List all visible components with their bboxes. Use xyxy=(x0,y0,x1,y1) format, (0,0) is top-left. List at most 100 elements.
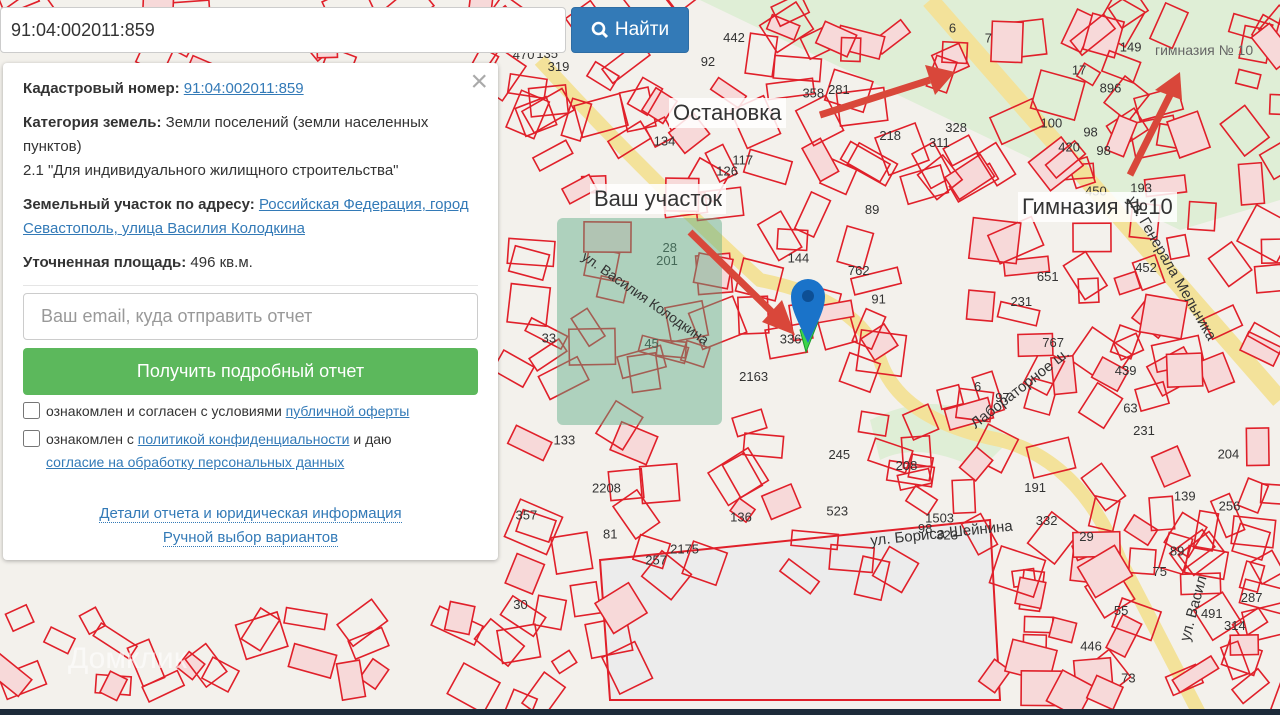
parcel-number: 287 xyxy=(1241,590,1263,605)
parcel[interactable] xyxy=(1047,616,1078,644)
offer-checkbox[interactable] xyxy=(23,402,40,419)
parcel[interactable] xyxy=(990,20,1025,64)
parcel[interactable] xyxy=(1192,509,1220,552)
parcel[interactable] xyxy=(287,642,338,680)
parcel-number: 281 xyxy=(828,82,850,97)
parcel[interactable] xyxy=(347,626,390,661)
parcel[interactable] xyxy=(531,139,574,173)
parcel[interactable] xyxy=(1269,681,1280,709)
parcel[interactable] xyxy=(550,649,578,675)
parcel[interactable] xyxy=(1259,482,1280,507)
category-row: Категория земель: Земли поселений (земли… xyxy=(23,111,478,183)
area-label: Уточненная площадь: xyxy=(23,254,187,271)
parcel[interactable] xyxy=(336,598,389,648)
parcel[interactable] xyxy=(744,32,779,78)
parcel[interactable] xyxy=(504,552,546,596)
parcel[interactable] xyxy=(1077,277,1100,304)
parcel-number: 2175 xyxy=(670,542,699,557)
parcel[interactable] xyxy=(4,603,35,633)
parcel[interactable] xyxy=(0,652,33,698)
parcel-number: 30 xyxy=(513,597,527,612)
public-offer-link[interactable]: публичной оферты xyxy=(286,403,410,419)
bottom-bar xyxy=(0,709,1280,715)
consent1-text: ознакомлен и согласен с условиями xyxy=(46,403,286,419)
parcel[interactable] xyxy=(609,420,659,466)
parcel[interactable] xyxy=(1249,549,1280,586)
parcel[interactable] xyxy=(335,659,367,702)
parcel-number: 314 xyxy=(1224,618,1246,633)
annotation-stop: Остановка xyxy=(669,98,786,128)
offer-consent[interactable]: ознакомлен и согласен с условиями публич… xyxy=(23,400,478,423)
parcel[interactable] xyxy=(1062,250,1109,301)
parcel[interactable] xyxy=(1165,352,1204,388)
parcel[interactable] xyxy=(638,462,681,505)
parcel[interactable] xyxy=(1148,495,1176,532)
parcel-number: 336 xyxy=(780,332,802,347)
parcel-number: 73 xyxy=(1121,670,1135,685)
parcel[interactable] xyxy=(1023,615,1054,634)
parcel[interactable] xyxy=(506,72,548,100)
parcel-number: 442 xyxy=(723,30,745,45)
parcel[interactable] xyxy=(731,408,768,438)
parcel-number: 204 xyxy=(1218,447,1240,462)
parcel[interactable] xyxy=(585,60,621,92)
find-button[interactable]: Найти xyxy=(571,7,689,53)
poi-gymnasium[interactable]: гимназия № 10 xyxy=(1155,42,1253,58)
parcel[interactable] xyxy=(1072,222,1112,253)
privacy-checkbox[interactable] xyxy=(23,430,40,447)
parcel-number: 81 xyxy=(603,526,617,541)
personal-data-link[interactable]: согласие на обработку персональных данны… xyxy=(46,454,344,470)
privacy-policy-link[interactable]: политикой конфиденциальности xyxy=(138,431,350,447)
parcel[interactable] xyxy=(611,488,661,541)
privacy-consent[interactable]: ознакомлен с политикой конфиденциальност… xyxy=(23,428,478,474)
parcel-number: 2208 xyxy=(592,481,621,496)
parcel[interactable] xyxy=(1150,445,1192,488)
parcel[interactable] xyxy=(501,688,539,709)
parcel[interactable] xyxy=(240,606,281,652)
parcel[interactable] xyxy=(446,662,502,709)
parcel-number: 63 xyxy=(1123,400,1137,415)
parcel-number: 89 xyxy=(865,202,879,217)
parcel-number: 2163 xyxy=(739,369,768,384)
parcel[interactable] xyxy=(1245,427,1270,467)
parcel[interactable] xyxy=(78,606,107,636)
email-input[interactable] xyxy=(23,293,478,340)
parcel-number: 75 xyxy=(1153,564,1167,579)
parcel[interactable] xyxy=(520,671,567,709)
parcel-number: 7 xyxy=(985,31,992,46)
parcel[interactable] xyxy=(1134,380,1171,413)
get-report-button[interactable]: Получить подробный отчет xyxy=(23,348,478,395)
parcel[interactable] xyxy=(491,348,536,389)
area-value: 496 кв.м. xyxy=(190,254,253,271)
parcel-number: 33 xyxy=(542,330,556,345)
parcel[interactable] xyxy=(283,606,328,631)
parcel[interactable] xyxy=(1113,270,1142,296)
manual-selection-link[interactable]: Ручной выбор вариантов xyxy=(162,529,339,547)
parcel[interactable] xyxy=(772,54,823,83)
parcel[interactable] xyxy=(1253,263,1280,294)
details-link[interactable]: Детали отчета и юридическая информация xyxy=(99,505,402,523)
parcel-number: 357 xyxy=(516,507,538,522)
parcel[interactable] xyxy=(1237,161,1266,206)
parcel[interactable] xyxy=(742,432,785,459)
parcel[interactable] xyxy=(760,482,802,521)
parcel[interactable] xyxy=(569,580,602,618)
parcel[interactable] xyxy=(443,600,476,636)
parcel-number: 92 xyxy=(701,54,715,69)
parcel[interactable] xyxy=(951,478,977,515)
parcel[interactable] xyxy=(800,137,840,183)
parcel-number: 144 xyxy=(788,251,810,266)
footer-links: Детали отчета и юридическая информация Р… xyxy=(23,502,478,550)
close-icon[interactable]: × xyxy=(470,67,488,97)
parcel[interactable] xyxy=(965,289,996,323)
parcel-number: 139 xyxy=(1174,488,1196,503)
cadastral-search-input[interactable] xyxy=(0,7,566,53)
parcel[interactable] xyxy=(506,424,553,462)
parcel[interactable] xyxy=(1235,203,1280,264)
parcel[interactable] xyxy=(549,531,594,575)
parcel[interactable] xyxy=(506,282,552,328)
cadastral-link[interactable]: 91:04:002011:859 xyxy=(184,80,304,97)
parcel[interactable] xyxy=(1229,633,1260,656)
parcel-number: 231 xyxy=(1133,423,1155,438)
parcel[interactable] xyxy=(1207,240,1253,288)
